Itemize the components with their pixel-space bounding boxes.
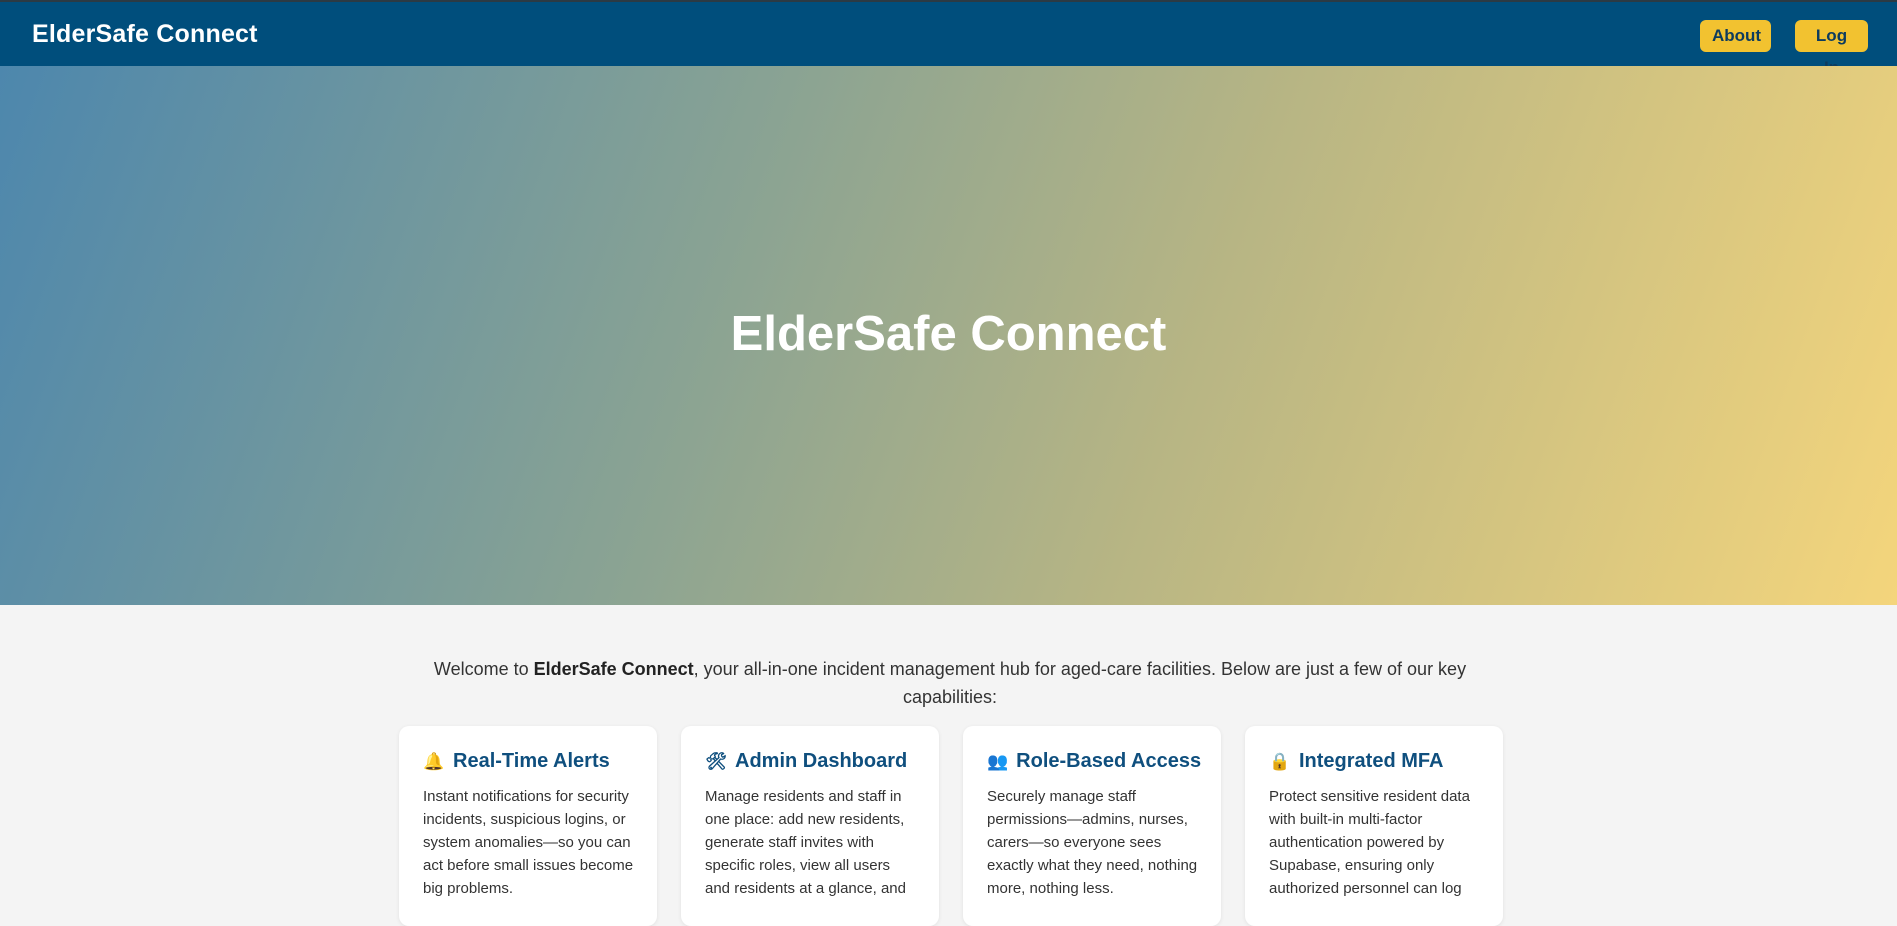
feature-card-admin-dashboard: 🛠 Admin Dashboard Manage residents and s… (681, 726, 939, 926)
lock-icon: 🔒 (1269, 751, 1291, 771)
feature-card-title: 🔒 Integrated MFA (1269, 750, 1481, 773)
users-icon: 👥 (987, 751, 1009, 771)
feature-title-text: Admin Dashboard (735, 750, 908, 772)
brand-logo-text[interactable]: ElderSafe Connect (32, 20, 258, 49)
bell-icon: 🔔 (423, 751, 445, 771)
intro-brand: ElderSafe Connect (533, 659, 694, 679)
feature-card-real-time-alerts: 🔔 Real-Time Alerts Instant notifications… (399, 726, 657, 926)
tools-icon: 🛠 (705, 751, 727, 771)
feature-description: Manage residents and staff in one place:… (705, 788, 906, 897)
hero-banner: ElderSafe Connect (0, 66, 1897, 605)
feature-card-title: 👥 Role-Based Access (987, 750, 1202, 773)
about-button[interactable]: About (1700, 20, 1771, 52)
feature-title-text: Integrated MFA (1299, 750, 1444, 772)
intro-paragraph: Welcome to ElderSafe Connect, your all-i… (420, 655, 1480, 711)
feature-description: Securely manage staff permissions—admins… (987, 788, 1198, 897)
feature-card-title: 🔔 Real-Time Alerts (423, 750, 635, 773)
feature-description: Protect sensitive resident data with bui… (1269, 788, 1470, 897)
intro-prefix: Welcome to (433, 659, 534, 679)
feature-title-text: Role-Based Access (1016, 750, 1202, 772)
feature-title-text: Real-Time Alerts (453, 750, 610, 772)
feature-card-integrated-mfa: 🔒 Integrated MFA Protect sensitive resid… (1245, 726, 1503, 926)
feature-card-role-based-access: 👥 Role-Based Access Securely manage staf… (963, 726, 1221, 926)
feature-card-title: 🛠 Admin Dashboard (705, 750, 917, 773)
login-button[interactable]: Log In (1795, 20, 1868, 77)
intro-suffix: , your all-in-one incident management hu… (693, 659, 1467, 707)
hero-title: ElderSafe Connect (730, 307, 1167, 361)
top-navigation-bar: ElderSafe Connect About Log In (0, 0, 1897, 77)
feature-description: Instant notifications for security incid… (423, 788, 634, 897)
